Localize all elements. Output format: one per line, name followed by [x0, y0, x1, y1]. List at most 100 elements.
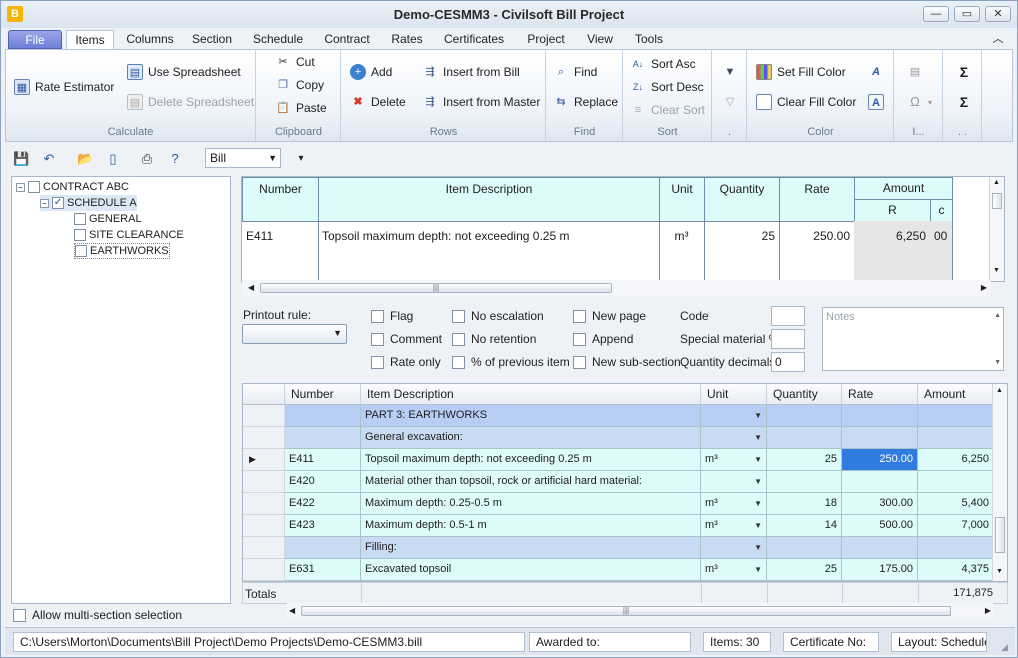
insert-from-bill-button[interactable]: ⇶ Insert from Bill	[422, 64, 519, 80]
font-button[interactable]: A	[868, 94, 889, 110]
tab-project[interactable]: Project	[521, 30, 571, 49]
cell-unit[interactable]: m³ ▼	[701, 559, 767, 581]
cell-amount[interactable]: 7,000	[918, 515, 994, 537]
chevron-down-icon[interactable]: ▼	[754, 493, 762, 514]
tree-checkbox-site-clearance[interactable]	[74, 229, 86, 241]
scroll-left-icon[interactable]: ◀	[248, 283, 254, 292]
new-document-icon[interactable]: ▯	[105, 151, 121, 167]
customize-toolbar-icon[interactable]: ▾	[293, 151, 309, 167]
cell-rate[interactable]: 500.00	[842, 515, 918, 537]
cell-description[interactable]: Excavated topsoil	[361, 559, 701, 581]
use-spreadsheet-button[interactable]: ▤ Use Spreadsheet	[127, 64, 241, 80]
close-button[interactable]: ✕	[985, 6, 1011, 22]
font-color-button[interactable]: A	[868, 64, 889, 80]
new-page-checkbox[interactable]: New page	[573, 309, 646, 323]
chevron-down-icon[interactable]: ▼	[754, 449, 762, 470]
rate-only-check[interactable]	[371, 355, 384, 369]
cell-unit[interactable]: m³ ▼	[701, 449, 767, 471]
add-row-button[interactable]: + Add	[350, 64, 392, 80]
tree-node-schedule[interactable]: − ✓ SCHEDULE A	[40, 195, 137, 211]
chevron-down-icon[interactable]: ▼	[754, 537, 762, 558]
filter-button[interactable]: ▼	[722, 64, 743, 80]
cell-number[interactable]: E422	[285, 493, 361, 515]
table-row[interactable]: E422 Maximum depth: 0.25-0.5 m m³ ▼ 18 300.00…	[243, 493, 994, 515]
scroll-thumb[interactable]	[992, 193, 1002, 209]
detail-description[interactable]: Topsoil maximum depth: not exceeding 0.2…	[318, 221, 660, 281]
detail-number[interactable]: E411	[242, 221, 319, 281]
multi-section-check[interactable]	[13, 608, 26, 622]
no-retention-check[interactable]	[452, 332, 465, 346]
cell-description[interactable]: Topsoil maximum depth: not exceeding 0.2…	[361, 449, 701, 471]
new-subsection-check[interactable]	[573, 355, 586, 369]
cell-unit[interactable]: m³ ▼	[701, 493, 767, 515]
scroll-down-icon[interactable]: ▼	[993, 267, 1000, 274]
column-header-amount[interactable]: Amount	[918, 384, 994, 405]
cell-number[interactable]: E423	[285, 515, 361, 537]
undo-icon[interactable]: ↶	[41, 151, 57, 167]
cell-number[interactable]: E631	[285, 559, 361, 581]
grid-vertical-scrollbar[interactable]: ▲ ▼	[992, 384, 1007, 581]
cell-number[interactable]	[285, 537, 361, 559]
pct-previous-checkbox[interactable]: % of previous item	[452, 355, 570, 369]
append-check[interactable]	[573, 332, 586, 346]
tab-view[interactable]: View	[583, 30, 617, 49]
cell-amount[interactable]	[918, 537, 994, 559]
detail-quantity[interactable]: 25	[704, 221, 780, 281]
cell-amount[interactable]: 6,250	[918, 449, 994, 471]
table-row[interactable]: ▶ E411 Topsoil maximum depth: not exceedin…	[243, 449, 994, 471]
chevron-down-icon[interactable]: ▼	[754, 471, 762, 492]
cell-amount[interactable]	[918, 427, 994, 449]
cell-description[interactable]: Material other than topsoil, rock or art…	[361, 471, 701, 493]
tab-file[interactable]: File	[8, 30, 62, 49]
tree-checkbox-earthworks[interactable]	[75, 245, 87, 257]
cell-rate[interactable]	[842, 427, 918, 449]
row-indicator[interactable]	[243, 493, 285, 515]
find-button[interactable]: ⌕ Find	[553, 64, 597, 80]
tab-certificates[interactable]: Certificates	[441, 30, 507, 49]
tree-node-site-clearance[interactable]: SITE CLEARANCE	[74, 227, 184, 243]
tab-contract[interactable]: Contract	[319, 30, 375, 49]
chevron-down-icon[interactable]: ▼	[754, 427, 762, 448]
detail-vertical-scrollbar[interactable]: ▲ ▼	[989, 177, 1004, 281]
column-header-number[interactable]: Number	[285, 384, 361, 405]
comment-checkbox[interactable]: Comment	[371, 332, 442, 346]
pct-previous-check[interactable]	[452, 355, 465, 369]
cell-unit[interactable]: ▼	[701, 537, 767, 559]
sort-desc-button[interactable]: Z↓ Sort Desc	[630, 79, 704, 95]
cell-amount[interactable]	[918, 471, 994, 493]
cell-rate[interactable]	[842, 405, 918, 427]
copy-button[interactable]: ❐ Copy	[275, 77, 324, 93]
tab-items[interactable]: Items	[66, 30, 114, 49]
new-subsection-checkbox[interactable]: New sub-section	[573, 355, 681, 369]
special-material-input[interactable]	[771, 329, 805, 349]
column-header-rate[interactable]: Rate	[842, 384, 918, 405]
cell-number[interactable]	[285, 427, 361, 449]
cell-quantity[interactable]	[767, 471, 842, 493]
tab-section[interactable]: Section	[187, 30, 237, 49]
print-icon[interactable]: ⎙	[139, 151, 155, 167]
row-indicator[interactable]	[243, 427, 285, 449]
replace-button[interactable]: ⇆ Replace	[553, 94, 618, 110]
open-folder-icon[interactable]: 📂	[77, 151, 93, 167]
grid-scroll-thumb[interactable]	[995, 517, 1005, 553]
tree-checkbox-contract[interactable]	[28, 181, 40, 193]
cell-description[interactable]: Maximum depth: 0.25-0.5 m	[361, 493, 701, 515]
cell-quantity[interactable]: 25	[767, 559, 842, 581]
quantity-decimals-input[interactable]: 0	[771, 352, 805, 372]
row-indicator[interactable]	[243, 405, 285, 427]
help-icon[interactable]: ?	[167, 151, 183, 167]
scroll-up-icon[interactable]: ▲	[994, 312, 1001, 319]
cell-number[interactable]: E420	[285, 471, 361, 493]
no-retention-checkbox[interactable]: No retention	[452, 332, 536, 346]
row-indicator[interactable]	[243, 559, 285, 581]
cell-description[interactable]: Filling:	[361, 537, 701, 559]
chevron-down-icon[interactable]: ▼	[754, 559, 762, 580]
table-row[interactable]: Filling: ▼	[243, 537, 994, 559]
cell-quantity[interactable]: 18	[767, 493, 842, 515]
cell-rate[interactable]: 300.00	[842, 493, 918, 515]
table-row[interactable]: E631 Excavated topsoil m³ ▼ 25 175.00 4,375	[243, 559, 994, 581]
save-icon[interactable]: 💾	[13, 151, 29, 167]
cell-amount[interactable]	[918, 405, 994, 427]
comment-check[interactable]	[371, 332, 384, 346]
clear-filter-button[interactable]: ▽	[722, 94, 743, 110]
